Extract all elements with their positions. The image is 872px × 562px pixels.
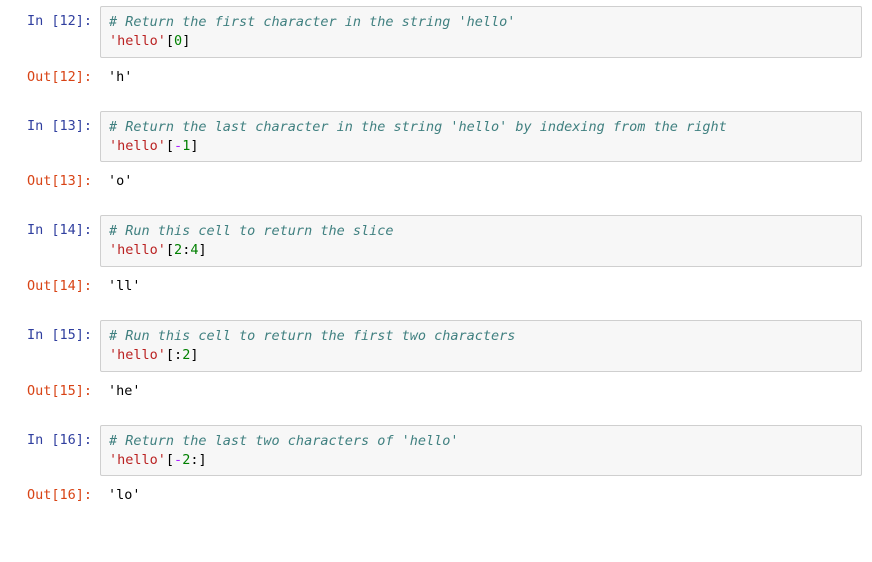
output-prompt: Out[14]: (10, 271, 100, 302)
notebook-cell: In [16]: # Return the last two character… (10, 425, 862, 512)
string-token: 'hello' (109, 452, 166, 468)
bracket-token: [ (166, 242, 174, 258)
cell-output: 'h' (100, 62, 862, 93)
bracket-token: [ (166, 33, 174, 49)
input-prompt: In [16]: (10, 425, 100, 456)
code-input[interactable]: # Return the last character in the strin… (100, 111, 862, 163)
operator-token: - (174, 138, 182, 154)
bracket-token: [ (166, 452, 174, 468)
code-comment: # Run this cell to return the first two … (109, 328, 515, 344)
code-input[interactable]: # Run this cell to return the slice 'hell… (100, 215, 862, 267)
code-comment: # Run this cell to return the slice (109, 223, 393, 239)
notebook-cell: In [14]: # Run this cell to return the s… (10, 215, 862, 302)
output-prompt: Out[16]: (10, 480, 100, 511)
string-token: 'hello' (109, 242, 166, 258)
code-input[interactable]: # Return the last two characters of 'hel… (100, 425, 862, 477)
bracket-token: ] (190, 347, 198, 363)
input-prompt: In [15]: (10, 320, 100, 351)
bracket-token: ] (198, 242, 206, 258)
notebook-cell: In [13]: # Return the last character in … (10, 111, 862, 198)
cell-output: 'o' (100, 166, 862, 197)
output-prompt: Out[15]: (10, 376, 100, 407)
cell-output: 'll' (100, 271, 862, 302)
bracket-token: ] (198, 452, 206, 468)
output-prompt: Out[12]: (10, 62, 100, 93)
code-input[interactable]: # Run this cell to return the first two … (100, 320, 862, 372)
code-comment: # Return the last two characters of 'hel… (109, 433, 459, 449)
bracket-token: [ (166, 138, 174, 154)
operator-token: : (174, 347, 182, 363)
output-prompt: Out[13]: (10, 166, 100, 197)
code-comment: # Return the last character in the strin… (109, 119, 727, 135)
string-token: 'hello' (109, 347, 166, 363)
string-token: 'hello' (109, 33, 166, 49)
cell-output: 'lo' (100, 480, 862, 511)
input-prompt: In [12]: (10, 6, 100, 37)
notebook-cell: In [12]: # Return the first character in… (10, 6, 862, 93)
notebook-cell: In [15]: # Run this cell to return the f… (10, 320, 862, 407)
number-token: 0 (174, 33, 182, 49)
number-token: 2 (174, 242, 182, 258)
code-comment: # Return the first character in the stri… (109, 14, 515, 30)
input-prompt: In [14]: (10, 215, 100, 246)
input-prompt: In [13]: (10, 111, 100, 142)
bracket-token: [ (166, 347, 174, 363)
operator-token: - (174, 452, 182, 468)
code-input[interactable]: # Return the first character in the stri… (100, 6, 862, 58)
string-token: 'hello' (109, 138, 166, 154)
cell-output: 'he' (100, 376, 862, 407)
bracket-token: ] (190, 138, 198, 154)
bracket-token: ] (182, 33, 190, 49)
